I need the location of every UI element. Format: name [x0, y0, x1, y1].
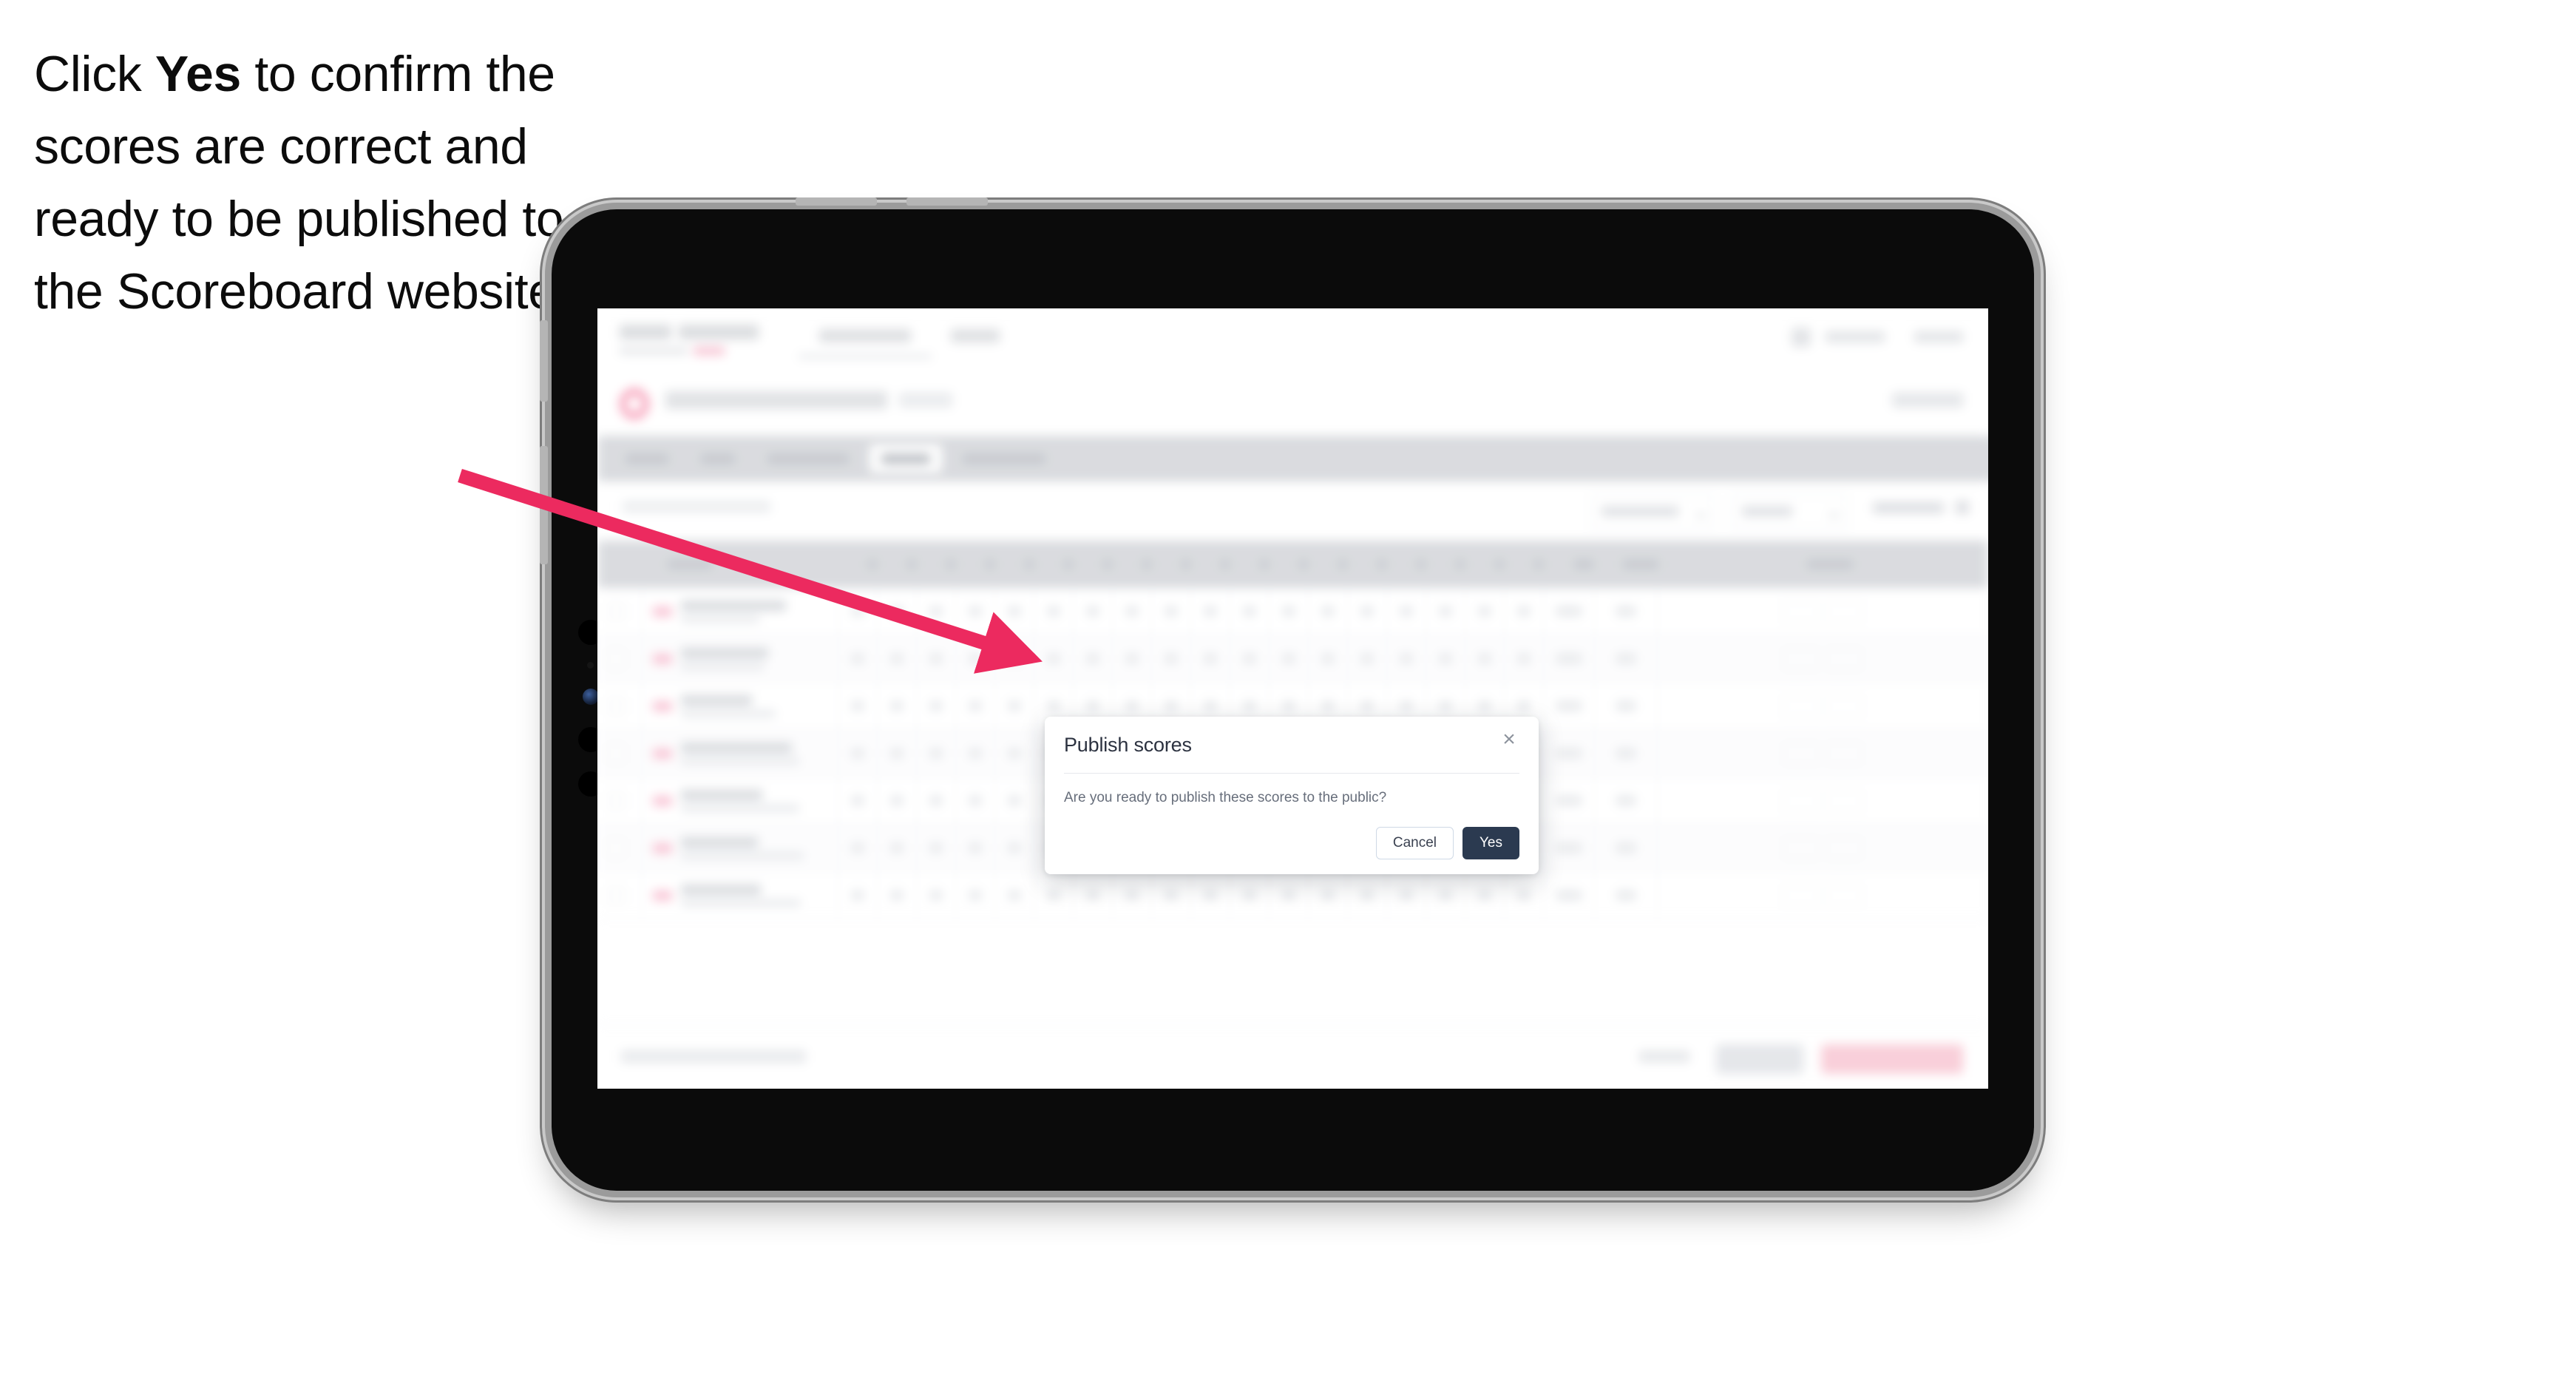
filter-toggle-label[interactable]	[1873, 502, 1944, 513]
app-logo-subtitle	[620, 347, 725, 355]
device-side-button-1	[540, 320, 548, 402]
player-badge-icon	[653, 606, 672, 617]
player-badge-icon	[653, 842, 672, 853]
th-select-all[interactable]	[597, 541, 650, 588]
action-cell-a[interactable]	[1783, 837, 1819, 859]
action-cell-a[interactable]	[1783, 648, 1819, 669]
player-badge-icon	[653, 795, 672, 806]
page-title-row	[597, 372, 1988, 436]
tab-4-active[interactable]	[870, 444, 942, 473]
row-checkbox[interactable]	[608, 650, 624, 667]
row-checkbox[interactable]	[608, 839, 624, 856]
app-top-nav	[597, 308, 1988, 373]
nav-link-2[interactable]	[951, 329, 1000, 342]
action-cell-b[interactable]	[1826, 601, 1862, 622]
tab-strip	[597, 436, 1988, 481]
footer-primary-publish-button[interactable]	[1821, 1044, 1963, 1074]
device-top-button-2	[906, 197, 988, 206]
instruction-emphasis: Yes	[155, 46, 241, 102]
table-row[interactable]	[597, 588, 1988, 635]
action-cell-a[interactable]	[1783, 885, 1819, 906]
dialog-message: Are you ready to publish these scores to…	[1064, 790, 1387, 805]
nav-account-item[interactable]	[1826, 331, 1885, 342]
tab-2[interactable]	[689, 444, 747, 473]
th-points	[1610, 541, 1672, 588]
dialog-header: Publish scores ×	[1064, 717, 1519, 774]
instruction-text-before: Click	[34, 46, 155, 102]
th-total	[1559, 541, 1610, 588]
action-cell-a[interactable]	[1783, 601, 1819, 622]
dialog-actions: Cancel Yes	[1375, 827, 1519, 859]
nav-link-1[interactable]	[819, 329, 911, 342]
tab-3[interactable]	[756, 444, 861, 473]
tablet-screen: Publish scores × Are you ready to publis…	[597, 308, 1988, 1089]
action-cell-b[interactable]	[1826, 837, 1862, 859]
dialog-title: Publish scores	[1064, 733, 1192, 756]
footer-note	[621, 1050, 806, 1063]
page-title	[665, 391, 887, 409]
nav-signout-item[interactable]	[1914, 331, 1963, 342]
device-side-button-2	[540, 446, 548, 564]
filter-toggle-icon[interactable]	[1956, 501, 1969, 514]
action-cell-a[interactable]	[1783, 790, 1819, 811]
row-checkbox[interactable]	[608, 792, 624, 809]
notification-icon[interactable]	[1792, 328, 1811, 347]
row-checkbox[interactable]	[608, 745, 624, 762]
instruction-caption: Click Yes to confirm the scores are corr…	[34, 38, 581, 328]
row-checkbox[interactable]	[608, 603, 624, 620]
publish-scores-dialog: Publish scores × Are you ready to publis…	[1045, 717, 1539, 874]
close-icon[interactable]: ×	[1499, 729, 1519, 751]
filter-select-2[interactable]	[1731, 495, 1848, 529]
action-cell-b[interactable]	[1826, 790, 1862, 811]
th-player	[650, 541, 853, 588]
tab-1[interactable]	[614, 444, 680, 473]
filter-bar	[597, 481, 1988, 541]
sensor-dot-icon	[587, 662, 594, 669]
cancel-button[interactable]: Cancel	[1375, 827, 1454, 859]
footer-secondary-button[interactable]	[1716, 1044, 1803, 1074]
player-badge-icon	[653, 653, 672, 664]
table-row[interactable]	[597, 635, 1988, 683]
action-cell-b[interactable]	[1826, 695, 1862, 717]
row-checkbox[interactable]	[608, 697, 624, 714]
team-logo-icon	[620, 388, 649, 419]
action-cell-a[interactable]	[1783, 743, 1819, 764]
filter-select-1[interactable]	[1590, 495, 1715, 529]
page-title-right-meta	[1892, 393, 1963, 408]
row-checkbox[interactable]	[608, 887, 624, 904]
tab-5[interactable]	[951, 444, 1057, 473]
camera-lens-blue-icon	[583, 689, 599, 705]
player-badge-icon	[653, 700, 672, 711]
background-application	[597, 308, 1988, 1089]
tablet-device: Publish scores × Are you ready to publis…	[540, 197, 2034, 1191]
th-actions	[1672, 541, 1988, 588]
player-badge-icon	[653, 748, 672, 759]
footer-link[interactable]	[1639, 1051, 1689, 1062]
app-footer-bar	[597, 1024, 1988, 1089]
action-cell-a[interactable]	[1783, 695, 1819, 717]
nav-link-1-underline	[799, 354, 932, 359]
page-title-badge	[899, 393, 952, 408]
yes-button[interactable]: Yes	[1462, 827, 1519, 859]
device-top-button-1	[796, 197, 877, 206]
action-cell-b[interactable]	[1826, 743, 1862, 764]
action-cell-b[interactable]	[1826, 648, 1862, 669]
player-badge-icon	[653, 890, 672, 901]
score-table-header	[597, 541, 1988, 588]
filter-bar-left-label	[623, 501, 770, 513]
table-row[interactable]	[597, 872, 1988, 919]
app-logo[interactable]	[620, 325, 759, 339]
action-cell-b[interactable]	[1826, 885, 1862, 906]
